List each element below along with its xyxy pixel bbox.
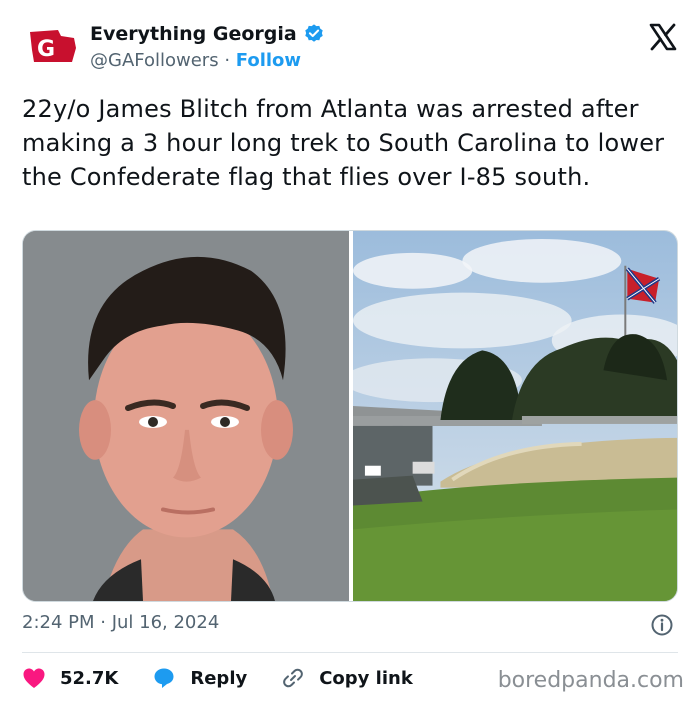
tweet-media[interactable]: [22, 230, 678, 602]
display-name[interactable]: Everything Georgia: [90, 23, 297, 45]
tweet-timestamp[interactable]: 2:24 PM · Jul 16, 2024: [22, 612, 219, 633]
heart-icon: [23, 668, 45, 688]
tweet-header: G Everything Georgia @GAFollowers · Foll…: [24, 20, 684, 76]
verified-badge-icon: [305, 24, 323, 42]
separator-dot: ·: [224, 50, 231, 71]
watermark: boredpanda.com: [497, 668, 684, 693]
handle-row: @GAFollowers · Follow: [90, 48, 325, 74]
follow-button[interactable]: Follow: [236, 50, 301, 71]
account-info: Everything Georgia @GAFollowers · Follow: [90, 20, 325, 74]
action-bar: 52.7K Reply Copy link: [22, 664, 447, 692]
copy-link-button[interactable]: Copy link: [281, 666, 413, 690]
like-button[interactable]: 52.7K: [22, 667, 118, 689]
mugshot-image: [23, 231, 349, 601]
mugshot-photo[interactable]: [23, 231, 349, 601]
reply-button[interactable]: Reply: [152, 666, 247, 690]
flag-scene-image: [353, 231, 677, 601]
flag-photo[interactable]: [353, 231, 677, 601]
divider: [22, 652, 678, 653]
reply-label: Reply: [190, 667, 248, 689]
tweet-text: 22y/o James Blitch from Atlanta was arre…: [22, 95, 665, 191]
account-handle[interactable]: @GAFollowers: [90, 50, 219, 71]
likes-count: 52.7K: [60, 667, 119, 689]
info-icon[interactable]: [650, 613, 674, 637]
copy-link-label: Copy link: [319, 667, 413, 689]
avatar-letter: G: [37, 37, 55, 62]
x-logo-icon[interactable]: [648, 22, 678, 52]
speech-bubble-icon: [154, 668, 174, 688]
account-avatar[interactable]: G: [28, 26, 78, 66]
link-icon: [283, 668, 304, 688]
